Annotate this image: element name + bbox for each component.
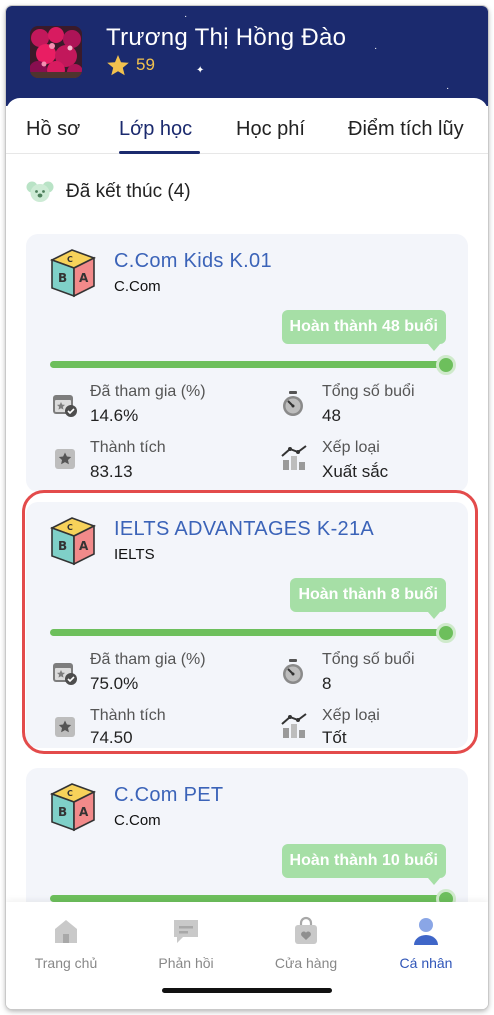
sparkle-icon: ·: [374, 43, 378, 54]
user-name: Trương Thị Hồng Đào: [106, 24, 347, 51]
sparkle-icon: ✦: [196, 65, 205, 76]
course-org: IELTS: [114, 546, 155, 563]
course-title[interactable]: C.Com PET: [114, 784, 223, 807]
abc-blocks-icon: C B A: [50, 783, 96, 832]
tab-profile[interactable]: Hồ sơ: [26, 118, 80, 152]
total-sessions-label: Tổng số buổi: [322, 383, 415, 400]
score-label: Thành tích: [90, 439, 166, 456]
course-title[interactable]: IELTS ADVANTAGES K-21A: [114, 518, 374, 541]
abc-blocks-icon: C B A: [50, 249, 96, 298]
rank-label: Xếp loại: [322, 707, 380, 724]
total-sessions-label: Tổng số buổi: [322, 651, 415, 668]
completion-badge: Hoàn thành 8 buổi: [290, 578, 446, 619]
app-screen: · ✦ · · Trương Thị Hồng Đào 59 Hồ sơ Lớp…: [6, 6, 488, 1009]
shop-bag-icon: [295, 916, 317, 944]
gold-star-icon: [107, 55, 129, 76]
nav-profile[interactable]: Cá nhân: [366, 916, 486, 971]
nav-shop[interactable]: Cửa hàng: [246, 916, 366, 971]
total-sessions-value: 48: [322, 406, 341, 425]
total-sessions-value: 8: [322, 674, 332, 693]
svg-text:C: C: [67, 523, 73, 532]
completion-badge: Hoàn thành 10 buổi: [281, 844, 446, 885]
tab-tuition[interactable]: Học phí: [236, 118, 305, 152]
ranking-chart-icon: [281, 713, 307, 738]
star-badge-icon: [55, 717, 75, 737]
course-org: C.Com: [114, 278, 161, 295]
progress-bar: [50, 895, 446, 902]
course-card[interactable]: C B A C.Com Kids K.01 C.Com Hoàn thành 4…: [26, 234, 468, 492]
stopwatch-icon: [283, 659, 303, 684]
profile-header: · ✦ · · Trương Thị Hồng Đào 59: [6, 6, 488, 106]
active-tab-indicator: [119, 151, 200, 154]
points-value: 59: [136, 55, 155, 74]
score-value: 74.50: [90, 728, 133, 747]
nav-feedback[interactable]: Phản hồi: [126, 916, 246, 971]
abc-blocks-icon: C B A: [50, 517, 96, 566]
points-display: 59: [106, 54, 155, 76]
attended-value: 75.0%: [90, 674, 139, 693]
completion-badge: Hoàn thành 48 buổi: [281, 310, 446, 351]
score-label: Thành tích: [90, 707, 166, 724]
nav-feedback-label: Phản hồi: [158, 955, 214, 971]
svg-text:A: A: [79, 539, 89, 553]
progress-bar: [50, 629, 446, 636]
tab-reward-points[interactable]: Điểm tích lũy: [348, 118, 464, 152]
course-card[interactable]: C B A IELTS ADVANTAGES K-21A IELTS Hoàn …: [26, 502, 468, 748]
rank-value: Tốt: [322, 728, 347, 747]
koala-icon: [26, 181, 54, 202]
progress-knob: [436, 355, 456, 375]
home-icon: [55, 920, 77, 943]
svg-text:C: C: [67, 255, 73, 264]
svg-text:C: C: [67, 789, 73, 798]
rank-value: Xuất sắc: [322, 462, 389, 481]
sparkle-icon: ·: [184, 11, 188, 22]
star-badge-icon: [55, 449, 75, 469]
nav-profile-label: Cá nhân: [399, 955, 453, 971]
attended-label: Đã tham gia (%): [90, 383, 206, 400]
nav-shop-label: Cửa hàng: [274, 955, 338, 971]
ranking-chart-icon: [281, 445, 307, 470]
score-value: 83.13: [90, 462, 133, 481]
course-title[interactable]: C.Com Kids K.01: [114, 250, 272, 273]
calendar-star-icon: [53, 395, 77, 417]
attended-value: 14.6%: [90, 406, 139, 425]
chat-icon: [174, 920, 198, 943]
sparkle-icon: ·: [446, 83, 450, 94]
stopwatch-icon: [283, 391, 303, 416]
svg-text:A: A: [79, 271, 89, 285]
svg-text:B: B: [58, 539, 67, 553]
svg-text:B: B: [58, 271, 67, 285]
section-header: Đã kết thúc (4): [26, 180, 191, 204]
progress-bar: [50, 361, 446, 368]
bottom-nav: Trang chủ Phản hồi Cửa hàng Cá nhân: [6, 902, 488, 1009]
section-title: Đã kết thúc (4): [66, 181, 191, 202]
course-org: C.Com: [114, 812, 161, 829]
avatar[interactable]: [30, 26, 82, 78]
calendar-star-icon: [53, 663, 77, 685]
nav-home[interactable]: Trang chủ: [6, 916, 126, 971]
attended-label: Đã tham gia (%): [90, 651, 206, 668]
home-indicator: [162, 988, 332, 993]
nav-home-label: Trang chủ: [34, 955, 98, 971]
progress-knob: [436, 623, 456, 643]
tab-bar: Hồ sơ Lớp học Học phí Điểm tích lũy: [6, 98, 488, 154]
rank-label: Xếp loại: [322, 439, 380, 456]
svg-text:B: B: [58, 805, 67, 819]
svg-text:A: A: [79, 805, 89, 819]
tab-classes[interactable]: Lớp học: [119, 118, 192, 152]
person-icon: [414, 918, 438, 945]
